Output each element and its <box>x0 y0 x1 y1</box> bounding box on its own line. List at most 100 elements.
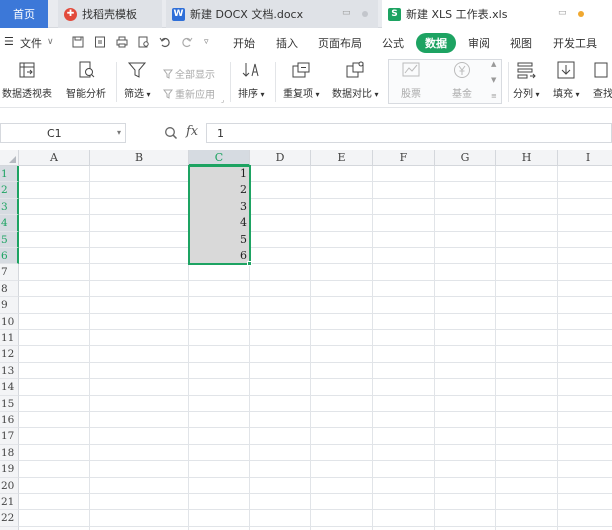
column-header-g[interactable]: G <box>435 150 496 166</box>
menu-formula[interactable]: 公式 <box>382 35 404 51</box>
select-all-corner[interactable] <box>0 150 19 166</box>
filter-icon <box>126 60 148 80</box>
row-header-22[interactable]: 22 <box>0 510 19 527</box>
name-box[interactable]: C1 ▾ <box>0 123 126 143</box>
column-header-f[interactable]: F <box>373 150 435 166</box>
save-icon[interactable] <box>72 36 84 48</box>
row-header-20[interactable]: 20 <box>0 477 19 494</box>
ribbon-separator <box>508 62 509 102</box>
close-dot-icon[interactable] <box>362 11 368 17</box>
row-header-10[interactable]: 10 <box>0 313 19 330</box>
fill-handle[interactable] <box>247 261 252 267</box>
funds-button[interactable]: 基金 <box>451 60 473 100</box>
redo-icon[interactable] <box>181 36 193 48</box>
pivot-table-button[interactable]: 数据透视表 <box>2 60 52 100</box>
tab-xls-label: 新建 XLS 工作表.xls <box>406 8 508 21</box>
row-header-2[interactable]: 2 <box>0 182 19 199</box>
chevron-down-icon[interactable]: ▾ <box>117 128 121 137</box>
window-mode-icon[interactable]: ▭ <box>342 9 352 18</box>
sort-button[interactable]: 排序 ▾ <box>238 60 265 100</box>
column-header-b[interactable]: B <box>90 150 189 166</box>
tab-xls[interactable]: S 新建 XLS 工作表.xls ▭ <box>382 0 612 28</box>
zoom-search-icon[interactable] <box>164 126 178 140</box>
row-header-1[interactable]: 1 <box>0 166 19 183</box>
print-icon[interactable] <box>116 36 128 48</box>
gallery-down-icon[interactable]: ▼ <box>491 76 496 84</box>
row-header-21[interactable]: 21 <box>0 494 19 511</box>
menu-developer[interactable]: 开发工具 <box>553 35 597 51</box>
menu-page-layout[interactable]: 页面布局 <box>318 35 362 51</box>
row-header-15[interactable]: 15 <box>0 395 19 412</box>
row-header-3[interactable]: 3 <box>0 198 19 216</box>
split-column-button[interactable]: 分列 ▾ <box>513 60 540 100</box>
column-header-e[interactable]: E <box>311 150 373 166</box>
menu-insert[interactable]: 插入 <box>276 35 298 51</box>
unsaved-dot-icon[interactable] <box>578 11 584 17</box>
spreadsheet-grid[interactable]: ABCDEFGHI 1 2 3 4 5 6 7 8 9 10 11 12 13 14 15 16 17 18 19 2… <box>0 150 612 530</box>
menu-review[interactable]: 审阅 <box>468 35 490 51</box>
row-header-5[interactable]: 5 <box>0 231 19 248</box>
menu-data[interactable]: 数据 <box>416 33 456 53</box>
quick-access-dropdown-icon[interactable]: ▿ <box>204 37 209 47</box>
duplicates-button[interactable]: 重复项 ▾ <box>283 60 320 100</box>
column-header-d[interactable]: D <box>250 150 311 166</box>
menu-bar: ☰ 文件 ∨ ▿ 开始 插入 页面布局 公式 数据 审阅 视图 开发工具 <box>0 28 612 56</box>
window-mode-icon[interactable]: ▭ <box>558 9 568 18</box>
filter-button[interactable]: 筛选 ▾ <box>124 60 151 100</box>
row-gridline <box>19 361 612 363</box>
menu-start[interactable]: 开始 <box>233 35 255 51</box>
smart-analysis-button[interactable]: 智能分析 <box>66 60 106 100</box>
row-header-16[interactable]: 16 <box>0 412 19 429</box>
gallery-up-icon[interactable]: ▲ <box>491 60 496 68</box>
column-header-h[interactable]: H <box>496 150 558 166</box>
column-header-a[interactable]: A <box>19 150 90 166</box>
row-gridline <box>19 460 612 462</box>
sort-label: 排序 <box>238 89 258 100</box>
reapply-button[interactable]: 重新应用 <box>163 86 215 101</box>
formula-bar: C1 ▾ fx 1 <box>0 122 612 144</box>
row-header-12[interactable]: 12 <box>0 346 19 363</box>
group-expand-icon[interactable]: ⌟ <box>221 96 224 104</box>
row-gridline <box>19 312 612 314</box>
chevron-down-icon[interactable]: ∨ <box>47 37 54 47</box>
stocks-button[interactable]: 股票 <box>400 60 422 100</box>
show-all-icon <box>163 69 173 79</box>
tab-home[interactable]: 首页 <box>0 0 48 28</box>
row-header-13[interactable]: 13 <box>0 362 19 380</box>
tab-template[interactable]: ✚ 找稻壳模板 <box>58 0 162 28</box>
row-gridline <box>19 197 612 199</box>
show-all-button[interactable]: 全部显示 <box>163 66 215 81</box>
row-header-17[interactable]: 17 <box>0 428 19 445</box>
split-column-icon <box>515 60 537 80</box>
split-column-label: 分列 <box>513 89 533 100</box>
row-gridline <box>19 509 612 511</box>
row-gridline <box>19 394 612 396</box>
menu-view[interactable]: 视图 <box>510 35 532 51</box>
row-header-11[interactable]: 11 <box>0 330 19 347</box>
fill-button[interactable]: 填充 ▾ <box>553 60 580 100</box>
row-header-14[interactable]: 14 <box>0 379 19 396</box>
row-header-7[interactable]: 7 <box>0 264 19 281</box>
print-preview-icon[interactable] <box>138 36 150 48</box>
formula-input[interactable]: 1 <box>206 123 612 143</box>
ribbon-separator <box>116 62 117 102</box>
tab-docx-label: 新建 DOCX 文档.docx <box>190 8 304 21</box>
tab-docx[interactable]: W 新建 DOCX 文档.docx ▭ <box>166 0 378 28</box>
hamburger-menu-icon[interactable]: ☰ <box>4 35 14 48</box>
row-header-8[interactable]: 8 <box>0 280 19 298</box>
column-header-c[interactable]: C <box>189 150 250 166</box>
export-pdf-icon[interactable] <box>94 36 106 48</box>
row-header-4[interactable]: 4 <box>0 215 19 232</box>
row-header-18[interactable]: 18 <box>0 444 19 462</box>
find-button[interactable]: 查找 <box>592 60 612 100</box>
row-header-19[interactable]: 19 <box>0 461 19 478</box>
insert-function-button[interactable]: fx <box>186 124 198 139</box>
gallery-more-icon[interactable]: ≡ <box>491 92 497 100</box>
data-compare-button[interactable]: 数据对比 ▾ <box>332 60 379 100</box>
row-header-9[interactable]: 9 <box>0 297 19 314</box>
menu-file[interactable]: 文件 <box>20 35 42 51</box>
undo-icon[interactable] <box>159 36 171 48</box>
sort-icon <box>240 60 262 80</box>
column-header-i[interactable]: I <box>558 150 612 166</box>
row-header-6[interactable]: 6 <box>0 248 19 265</box>
